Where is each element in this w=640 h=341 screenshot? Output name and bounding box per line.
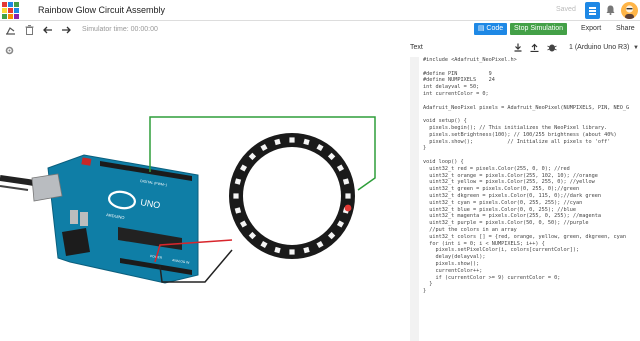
redo-icon[interactable] — [61, 26, 71, 34]
neopixel-led — [345, 193, 351, 199]
export-button[interactable]: Export — [581, 25, 601, 32]
undo-icon[interactable] — [43, 26, 53, 34]
circuit-drawing: DIGITAL (PWM~) ARDUINO UNO POWER ANALOG … — [0, 116, 376, 284]
gear-icon[interactable] — [4, 45, 15, 56]
neopixel-led — [289, 137, 295, 143]
bell-icon[interactable] — [606, 5, 615, 15]
line-gutter — [410, 57, 419, 341]
upload-icon[interactable] — [530, 43, 539, 52]
avatar[interactable] — [621, 2, 638, 19]
neopixel-led — [233, 193, 239, 199]
code-text: #include <Adafruit_NeoPixel.h> #define P… — [423, 57, 630, 295]
usb-port — [31, 173, 63, 202]
code-editor[interactable]: #include <Adafruit_NeoPixel.h> #define P… — [423, 57, 640, 341]
code-panel-header: Text 1 (Arduino Uno R3) ▼ — [404, 40, 640, 56]
power-jack — [62, 228, 90, 256]
top-bar: Rainbow Glow Circuit Assembly Saved — [0, 0, 640, 21]
download-icon[interactable] — [514, 43, 522, 52]
code-button[interactable]: ▤ Code — [474, 23, 507, 35]
code-mode-select[interactable]: Text — [410, 44, 423, 51]
design-title[interactable]: Rainbow Glow Circuit Assembly — [38, 5, 165, 15]
stop-simulation-button[interactable]: Stop Simulation — [510, 23, 567, 35]
share-button[interactable]: Share — [616, 25, 635, 32]
rotate-view-icon[interactable] — [5, 26, 16, 35]
app-window: Rainbow Glow Circuit Assembly Saved Simu… — [0, 0, 640, 341]
chevron-down-icon[interactable]: ▼ — [633, 45, 639, 51]
neopixel-leds — [233, 137, 352, 255]
circuit-canvas[interactable]: DIGITAL (PWM~) ARDUINO UNO POWER ANALOG … — [0, 40, 404, 341]
usb-cable-shadow — [0, 185, 29, 191]
delete-icon[interactable] — [25, 25, 34, 35]
tinkercad-logo[interactable] — [2, 2, 19, 19]
capacitor — [80, 212, 88, 226]
stop-simulation-label: Stop Simulation — [513, 25, 564, 32]
debugger-icon[interactable] — [547, 43, 557, 52]
arduino-uno-board[interactable]: DIGITAL (PWM~) ARDUINO UNO POWER ANALOG … — [31, 154, 199, 284]
code-button-label: Code — [486, 25, 504, 32]
save-status: Saved — [556, 6, 576, 13]
capacitor — [70, 210, 78, 224]
neopixel-led-lit — [344, 204, 352, 212]
component-list-button[interactable] — [585, 2, 600, 19]
neopixel-led — [289, 249, 295, 255]
device-select[interactable]: 1 (Arduino Uno R3) — [569, 44, 629, 51]
simulator-time: Simulator time: 00:00:00 — [82, 26, 158, 33]
neopixel-ring[interactable] — [229, 133, 355, 259]
code-panel: Text 1 (Arduino Uno R3) ▼ #include <Adaf… — [404, 40, 640, 341]
